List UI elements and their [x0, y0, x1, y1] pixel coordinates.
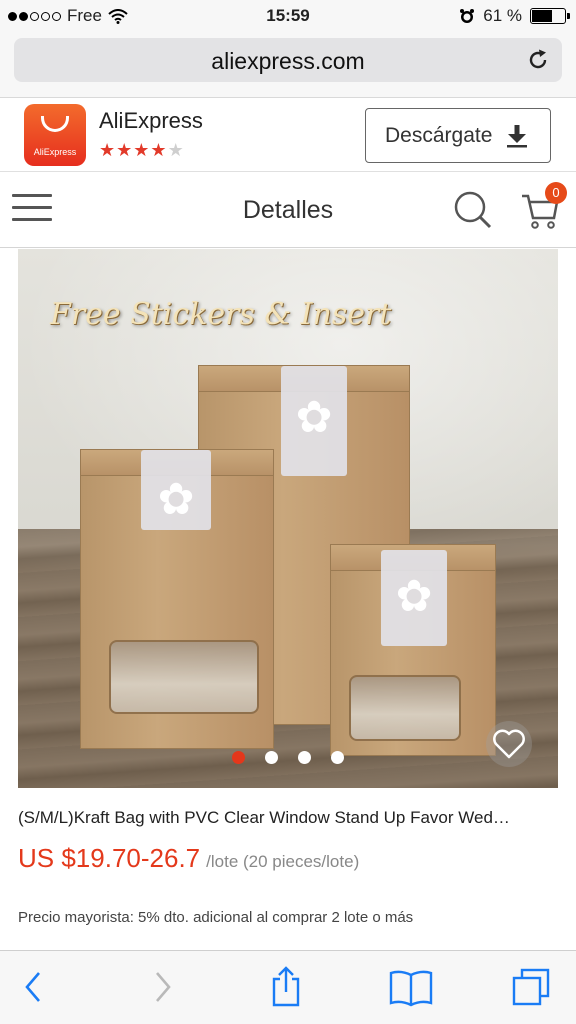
wishlist-button[interactable]	[486, 721, 532, 767]
browser-toolbar	[0, 950, 576, 1024]
aliexpress-app-icon: AliExpress	[24, 104, 86, 166]
page-header: Detalles	[0, 172, 576, 248]
star-icon: ★	[150, 140, 168, 160]
share-icon[interactable]	[268, 965, 304, 1007]
app-install-banner: AliExpress AliExpress ★★★★★ Descárgate	[0, 98, 576, 172]
url-text: aliexpress.com	[211, 48, 365, 74]
battery-percent: 61 %	[483, 6, 522, 25]
download-button[interactable]: Descárgate	[365, 108, 551, 163]
download-icon	[507, 125, 527, 148]
search-icon[interactable]	[453, 190, 493, 230]
kraft-bag-medium: ✿	[80, 449, 274, 749]
wholesale-discount: Precio mayorista: 5% dto. adicional al c…	[18, 909, 414, 926]
app-icon-label: AliExpress	[33, 147, 77, 157]
star-icon: ★	[133, 140, 151, 160]
app-name: AliExpress	[99, 108, 203, 133]
bookmarks-icon[interactable]	[388, 969, 434, 1007]
back-icon[interactable]	[22, 969, 44, 1005]
pagination-dot[interactable]	[298, 751, 311, 764]
pagination-dot[interactable]	[265, 751, 278, 764]
star-icon: ★	[116, 140, 134, 160]
gallery-pagination	[232, 751, 344, 764]
pagination-dot[interactable]	[331, 751, 344, 764]
product-title[interactable]: (S/M/L)Kraft Bag with PVC Clear Window S…	[18, 808, 558, 828]
browser-url-area: aliexpress.com	[0, 32, 576, 98]
pagination-dot[interactable]	[232, 751, 245, 764]
alarm-icon	[460, 9, 475, 23]
status-right: 61 %	[459, 6, 570, 26]
heart-icon	[493, 729, 525, 759]
price-unit: /lote (20 pieces/lote)	[206, 852, 360, 871]
battery-icon	[530, 8, 570, 24]
reload-icon[interactable]	[526, 48, 550, 72]
tabs-icon[interactable]	[510, 967, 552, 1007]
kraft-bag-small: ✿	[330, 544, 496, 756]
product-image[interactable]: Free Stickers & Insert ✿ ✿ ✿	[18, 249, 558, 788]
forward-icon[interactable]	[152, 969, 174, 1005]
star-icon: ★	[99, 140, 117, 160]
price-row: US $19.70-26.7 /lote (20 pieces/lote)	[18, 843, 359, 874]
cart-badge: 0	[545, 182, 567, 204]
rating-stars: ★★★★★	[99, 140, 185, 161]
download-label: Descárgate	[385, 124, 493, 147]
promo-text: Free Stickers & Insert	[50, 297, 392, 332]
status-bar: Free 15:59 61 %	[0, 0, 576, 32]
star-icon: ★	[167, 140, 185, 160]
product-price: US $19.70-26.7	[18, 843, 201, 873]
address-bar[interactable]: aliexpress.com	[14, 38, 562, 82]
